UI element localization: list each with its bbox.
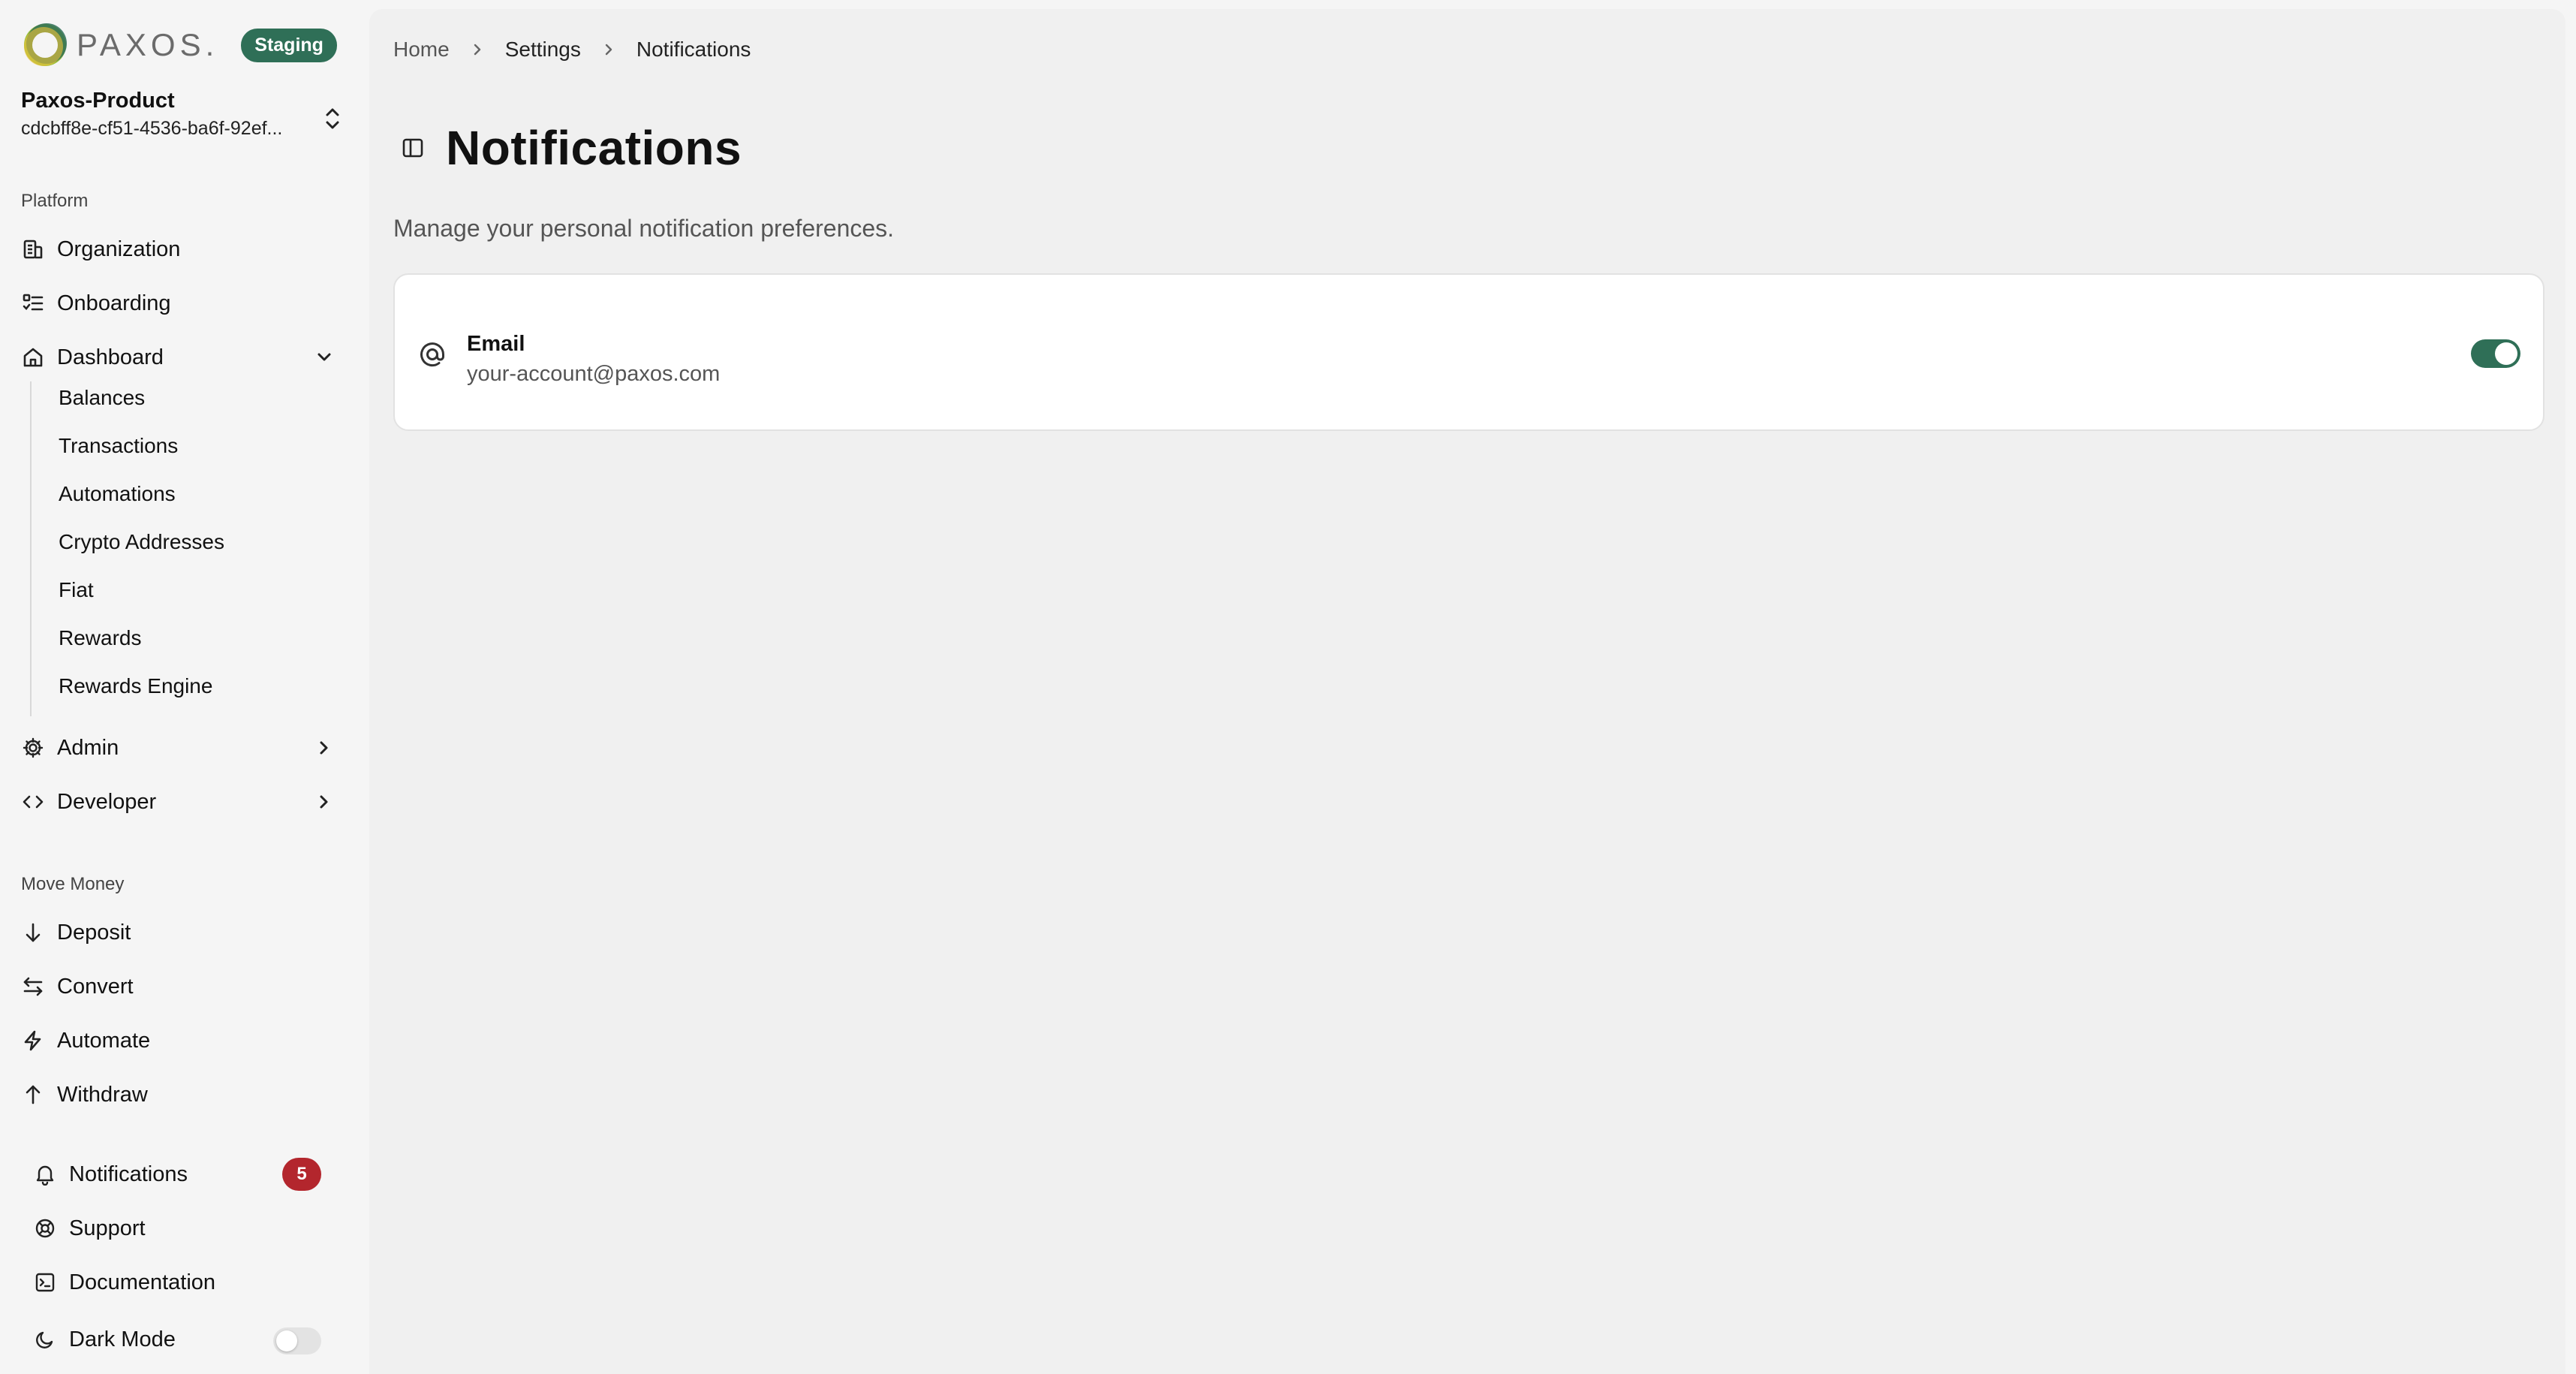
sidebar-item-label: Dark Mode — [69, 1327, 176, 1351]
moon-icon — [33, 1327, 57, 1351]
page-header: Notifications — [399, 120, 742, 176]
environment-badge: Staging — [241, 28, 337, 62]
brand-name: PAXOS. — [77, 27, 219, 62]
chevron-right-icon — [599, 40, 618, 59]
chevron-right-icon — [468, 40, 487, 59]
sidebar-item-label: Convert — [57, 974, 134, 999]
sidebar-item-label: Documentation — [69, 1270, 216, 1294]
sidebar-item-notifications[interactable]: Notifications 5 — [33, 1153, 333, 1195]
sidebar-item-convert[interactable]: Convert — [21, 966, 336, 1008]
dashboard-submenu: Balances Transactions Automations Crypto… — [30, 381, 315, 716]
org-name: Paxos-Product — [21, 89, 175, 113]
toggle-knob — [276, 1330, 297, 1351]
sidebar-item-dashboard[interactable]: Dashboard — [21, 336, 336, 378]
dark-mode-toggle[interactable] — [273, 1327, 321, 1354]
breadcrumb-settings[interactable]: Settings — [505, 38, 581, 62]
bolt-icon — [21, 1029, 45, 1053]
sidebar-item-label: Deposit — [57, 920, 131, 945]
sidebar-item-documentation[interactable]: Documentation — [33, 1261, 333, 1303]
sidebar-item-support[interactable]: Support — [33, 1207, 333, 1249]
sidebar-item-admin[interactable]: Admin — [21, 727, 336, 769]
page-subtitle: Manage your personal notification prefer… — [393, 215, 895, 242]
sidebar-item-label: Dashboard — [57, 345, 164, 369]
chevron-down-icon — [312, 345, 336, 369]
sidebar-toggle-icon[interactable] — [399, 134, 426, 161]
sidebar: PAXOS. Staging Paxos-Product cdcbff8e-cf… — [0, 0, 363, 1374]
sidebar-item-deposit[interactable]: Deposit — [21, 911, 336, 954]
code-icon — [21, 790, 45, 814]
terminal-doc-icon — [33, 1270, 57, 1294]
breadcrumb: Home Settings Notifications — [393, 38, 751, 62]
sidebar-item-automate[interactable]: Automate — [21, 1020, 336, 1062]
bell-icon — [33, 1162, 57, 1186]
email-notification-toggle[interactable] — [2471, 339, 2520, 368]
sidebar-item-label: Admin — [57, 735, 119, 760]
sidebar-item-label: Withdraw — [57, 1082, 148, 1107]
sidebar-subitem-crypto-addresses[interactable]: Crypto Addresses — [59, 526, 224, 559]
sidebar-item-label: Notifications — [69, 1162, 188, 1186]
arrow-up-icon — [21, 1083, 45, 1107]
notification-count-badge: 5 — [282, 1158, 321, 1191]
brand: PAXOS. Staging — [20, 21, 337, 69]
sidebar-item-label: Organization — [57, 237, 181, 261]
email-notification-card: Email your-account@paxos.com — [393, 273, 2544, 431]
email-setting-label: Email — [467, 332, 525, 356]
sidebar-subitem-fiat[interactable]: Fiat — [59, 574, 94, 607]
sidebar-item-label: Support — [69, 1216, 146, 1240]
sidebar-item-label: Developer — [57, 789, 157, 814]
sidebar-subitem-automations[interactable]: Automations — [59, 478, 176, 511]
gear-icon — [21, 736, 45, 760]
sidebar-item-organization[interactable]: Organization — [21, 228, 336, 270]
sidebar-subitem-rewards-engine[interactable]: Rewards Engine — [59, 670, 212, 703]
chevron-right-icon — [312, 790, 336, 814]
chevrons-up-down-icon — [321, 104, 344, 134]
toggle-knob — [2495, 342, 2517, 365]
page-title: Notifications — [446, 121, 742, 175]
sidebar-item-dark-mode: Dark Mode — [33, 1318, 333, 1360]
swap-arrows-icon — [21, 975, 45, 999]
sidebar-item-withdraw[interactable]: Withdraw — [21, 1074, 336, 1116]
sidebar-item-onboarding[interactable]: Onboarding — [21, 282, 336, 324]
breadcrumb-home[interactable]: Home — [393, 38, 450, 62]
sidebar-subitem-rewards[interactable]: Rewards — [59, 622, 141, 655]
platform-section-label: Platform — [21, 191, 89, 211]
arrow-down-icon — [21, 921, 45, 945]
breadcrumb-current: Notifications — [636, 38, 751, 61]
move-money-section-label: Move Money — [21, 874, 125, 894]
email-address: your-account@paxos.com — [467, 362, 721, 386]
paxos-logo-icon — [20, 21, 72, 69]
sidebar-item-developer[interactable]: Developer — [21, 781, 336, 823]
sidebar-subitem-balances[interactable]: Balances — [59, 381, 145, 414]
main-content: Home Settings Notifications Notification… — [369, 9, 2565, 1374]
sidebar-item-label: Automate — [57, 1028, 151, 1053]
lifebuoy-icon — [33, 1216, 57, 1240]
at-sign-icon — [417, 339, 447, 369]
list-check-icon — [21, 291, 45, 315]
org-switcher[interactable]: Paxos-Product cdcbff8e-cf51-4536-ba6f-92… — [21, 89, 344, 149]
app: PAXOS. Staging Paxos-Product cdcbff8e-cf… — [0, 0, 2576, 1374]
home-icon — [21, 345, 45, 369]
sidebar-subitem-transactions[interactable]: Transactions — [59, 429, 178, 463]
building-icon — [21, 237, 45, 261]
org-id: cdcbff8e-cf51-4536-ba6f-92ef... — [21, 118, 283, 139]
sidebar-item-label: Onboarding — [57, 291, 171, 315]
chevron-right-icon — [312, 736, 336, 760]
